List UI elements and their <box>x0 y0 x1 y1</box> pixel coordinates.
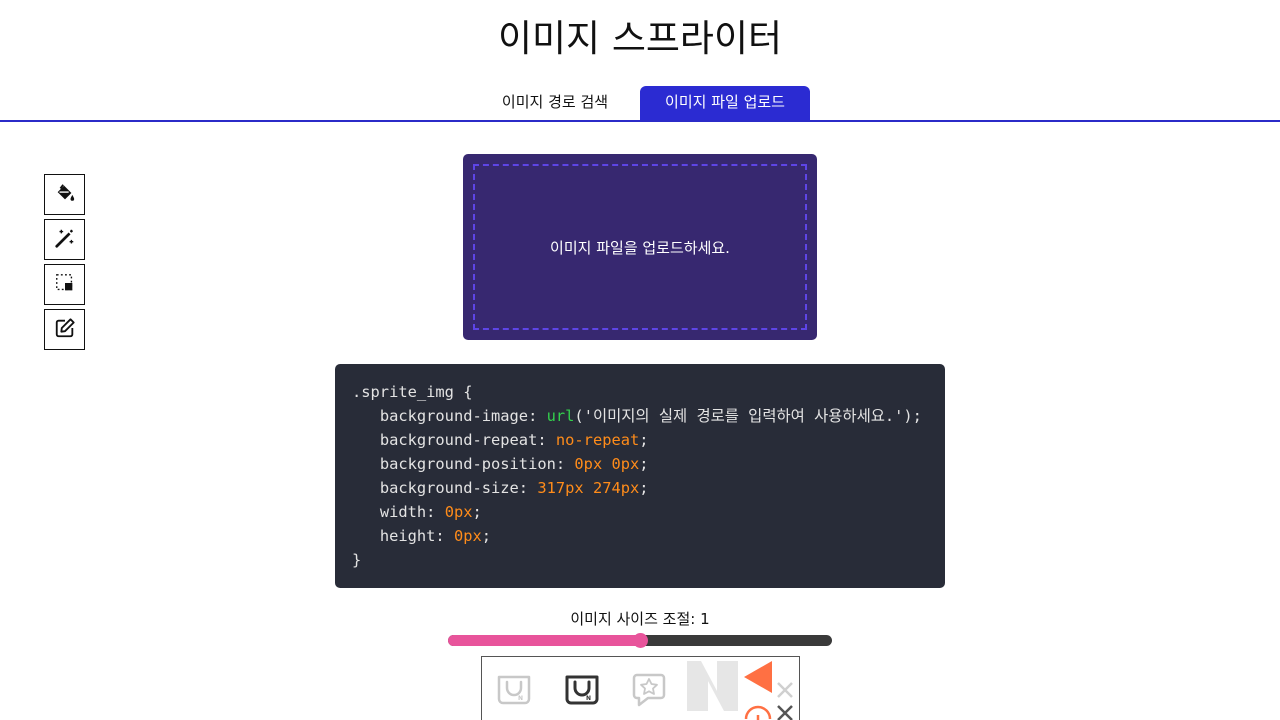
code-background-repeat: background-repeat: no-repeat; <box>379 431 649 449</box>
image-size-label: 이미지 사이즈 조절: 1 <box>570 610 710 628</box>
selection-icon <box>54 272 76 298</box>
tab-image-file-upload[interactable]: 이미지 파일 업로드 <box>640 86 810 120</box>
tab-image-path-search[interactable]: 이미지 경로 검색 <box>470 86 640 120</box>
edit-button[interactable] <box>44 309 85 350</box>
code-background-position: background-position: 0px 0px; <box>379 455 649 473</box>
magic-wand-button[interactable] <box>44 219 85 260</box>
css-code-output: .sprite_img { background-image: url('이미지… <box>335 364 945 588</box>
code-selector: .sprite_img { <box>352 383 473 401</box>
code-width: width: 0px; <box>379 503 482 521</box>
code-closing-brace: } <box>352 551 362 569</box>
paint-bucket-icon <box>54 182 76 208</box>
selection-button[interactable] <box>44 264 85 305</box>
code-background-size: background-size: 317px 274px; <box>379 479 649 497</box>
image-size-slider[interactable] <box>448 633 832 648</box>
edit-icon <box>54 317 76 343</box>
slider-fill <box>448 635 640 646</box>
slider-thumb[interactable] <box>633 633 648 648</box>
upload-dropzone[interactable]: 이미지 파일을 업로드하세요. <box>463 154 817 340</box>
svg-text:N: N <box>586 695 591 702</box>
sprite-sheet-preview[interactable]: N N <box>481 656 800 720</box>
magic-wand-icon <box>54 227 76 253</box>
upload-prompt[interactable]: 이미지 파일을 업로드하세요. <box>473 164 807 330</box>
page-title: 이미지 스프라이터 <box>497 17 783 60</box>
code-background-image: background-image: url('이미지의 실제 경로를 입력하여 … <box>379 407 922 425</box>
tool-palette <box>44 174 85 354</box>
sprite-sheet-image: N N <box>497 661 793 720</box>
code-height: height: 0px; <box>379 527 492 545</box>
svg-text:N: N <box>518 695 523 702</box>
tab-bar: 이미지 경로 검색 이미지 파일 업로드 <box>0 86 1280 122</box>
paint-bucket-button[interactable] <box>44 174 85 215</box>
